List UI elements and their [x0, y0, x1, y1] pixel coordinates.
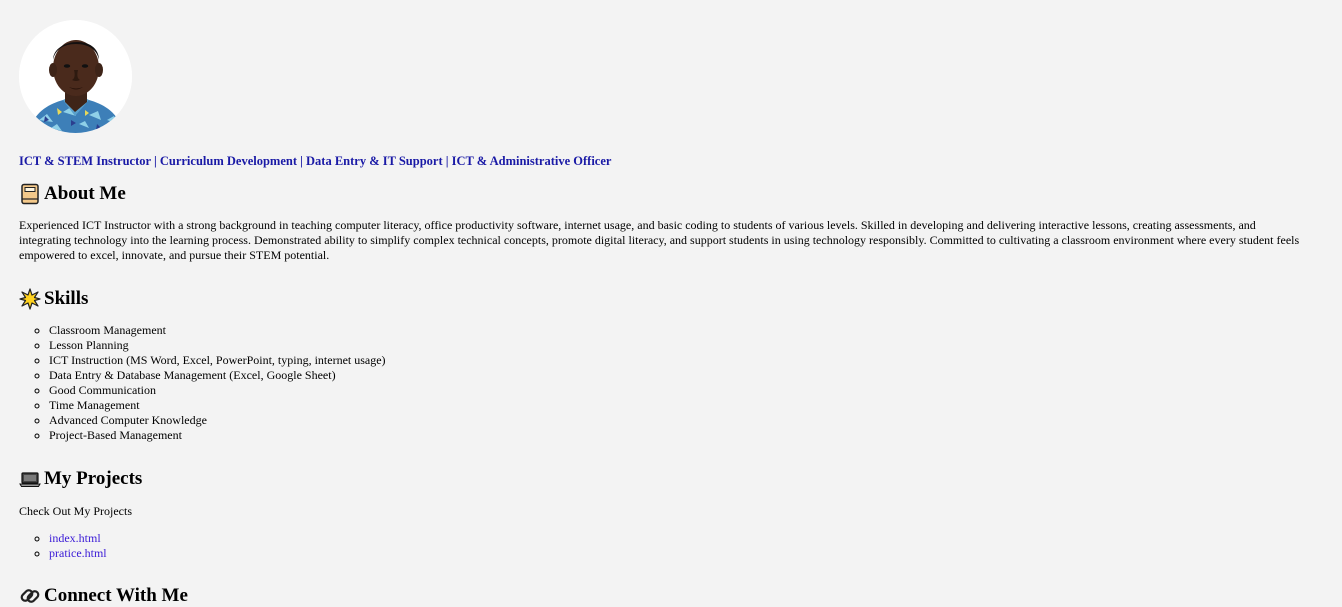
- list-item: pratice.html: [49, 546, 1319, 561]
- about-text: Experienced ICT Instructor with a strong…: [19, 218, 1300, 262]
- tagline-separator: |: [150, 154, 160, 168]
- list-item: index.html: [49, 531, 1319, 546]
- notebook-icon: [19, 183, 41, 205]
- tagline-separator: |: [297, 154, 307, 168]
- connect-heading-text: Connect With Me: [44, 585, 188, 606]
- tagline-separator: |: [442, 154, 452, 168]
- profile-tagline: ICT & STEM Instructor | Curriculum Devel…: [19, 153, 1319, 169]
- project-links-list: index.html pratice.html: [19, 531, 1319, 561]
- list-item: Advanced Computer Knowledge: [49, 413, 1319, 428]
- link-icon: [19, 585, 41, 607]
- list-item: Time Management: [49, 398, 1319, 413]
- avatar: [19, 20, 132, 133]
- about-heading: About Me: [19, 183, 1319, 205]
- connect-heading: Connect With Me: [19, 585, 1319, 607]
- tagline-item: Curriculum Development: [159, 154, 297, 168]
- list-item: Project-Based Management: [49, 428, 1319, 443]
- tagline-item: ICT & Administrative Officer: [451, 154, 612, 168]
- sparkle-icon: [19, 288, 41, 310]
- list-item: Data Entry & Database Management (Excel,…: [49, 368, 1319, 383]
- profile-page: ICT & STEM Instructor | Curriculum Devel…: [19, 0, 1319, 607]
- list-item: ICT Instruction (MS Word, Excel, PowerPo…: [49, 353, 1319, 368]
- about-heading-text: About Me: [44, 183, 126, 204]
- top-partial-icon: [20, 0, 50, 2]
- project-link-index[interactable]: index.html: [49, 531, 101, 545]
- list-item: Lesson Planning: [49, 338, 1319, 353]
- skills-heading: Skills: [19, 288, 1319, 310]
- list-item: Classroom Management: [49, 323, 1319, 338]
- projects-heading: My Projects: [19, 468, 1319, 490]
- tagline-item: Data Entry & IT Support: [306, 154, 443, 168]
- projects-heading-text: My Projects: [44, 468, 143, 489]
- laptop-icon: [19, 468, 41, 490]
- projects-intro: Check Out My Projects: [19, 504, 132, 518]
- list-item: Good Communication: [49, 383, 1319, 398]
- tagline-item: ICT & STEM Instructor: [19, 154, 151, 168]
- skills-heading-text: Skills: [44, 288, 89, 309]
- skills-list: Classroom Management Lesson Planning ICT…: [19, 323, 1319, 443]
- project-link-pratice[interactable]: pratice.html: [49, 546, 107, 560]
